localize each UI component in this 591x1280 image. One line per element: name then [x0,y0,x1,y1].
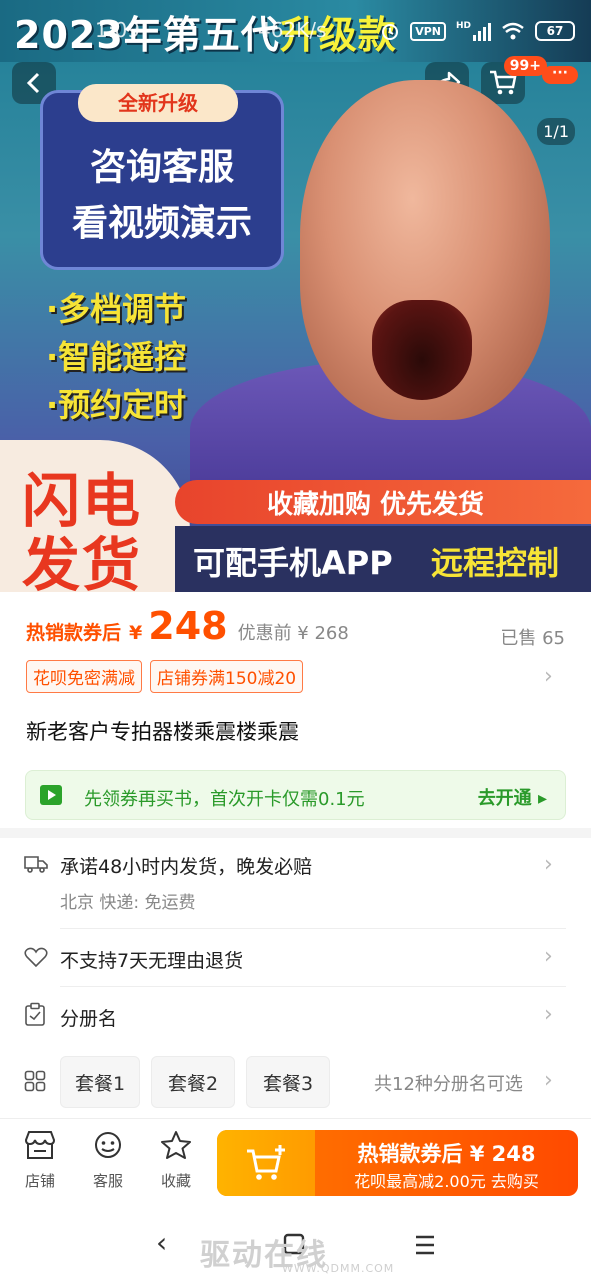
network-label: HD [455,21,471,31]
chevron-right-icon[interactable]: › [544,852,553,877]
price-before: 优惠前 ¥ 268 [237,623,349,644]
vip-activate-link[interactable]: 去开通 ▸ [478,784,547,810]
variant-label[interactable]: 分册名 [60,1004,117,1031]
play-icon [40,785,62,805]
promo-tag: 全新升级 [78,84,238,122]
return-policy[interactable]: 不支持7天无理由退货 [60,946,243,973]
package-option-1[interactable]: 套餐1 [60,1056,140,1108]
nav-menu-icon[interactable] [414,1234,436,1256]
alarm-icon [382,24,399,40]
page-indicator: 1/1 [537,118,575,145]
app-control-strip: 可配手机APP 远程控制 [175,526,591,592]
clipboard-icon [25,1002,45,1026]
feature-3: ·预约定时 [46,386,187,424]
package-option-2[interactable]: 套餐2 [151,1056,235,1108]
promo-tags[interactable]: 花呗免密满减 店铺券满150减20 [26,660,304,693]
price-currency: ¥ [129,622,143,644]
feature-1: ·多档调节 [46,290,187,328]
chevron-right-icon[interactable]: › [544,944,553,969]
chevron-right-icon[interactable]: › [544,1068,553,1093]
product-title: 新老客户专拍器楼乘震楼乘震 [26,720,299,744]
favorite-button[interactable]: 收藏 [148,1130,204,1191]
service-icon [95,1132,121,1158]
flash-text-2: 发货 [22,531,143,592]
promo-line-2: 看视频演示 [71,203,252,244]
section-divider [0,828,591,838]
battery-icon: 67 [535,21,575,41]
tag-store-coupon[interactable]: 店铺券满150减20 [150,660,304,693]
grid-icon [24,1070,46,1092]
star-icon [161,1131,191,1159]
nav-back-icon[interactable]: ‹ [156,1226,167,1259]
collect-strip: 收藏加购 优先发货 [175,480,591,524]
store-button[interactable]: 店铺 [12,1130,68,1191]
add-cart-icon [247,1145,285,1180]
vpn-icon: VPN [410,21,446,41]
vip-banner[interactable]: 先领券再买书，首次开卡仅需0.1元 去开通 ▸ [25,770,566,820]
chevron-right-icon[interactable]: › [544,664,553,689]
buy-button[interactable]: 热销款券后 ¥ 248 花呗最高减2.00元 去购买 [217,1130,578,1196]
price-row: 热销款券后 ¥ 248 优惠前 ¥ 268 [26,604,566,650]
feature-2: ·智能遥控 [46,338,187,376]
row-divider [60,986,566,987]
status-icons: VPN HD 67 [380,16,575,46]
app-control-text: 可配手机APP [193,544,393,582]
sold-count: 已售 65 [500,628,565,649]
tag-huabei[interactable]: 花呗免密满减 [26,660,142,693]
status-bar: 1:09 462K/s VPN HD 67 [0,14,591,48]
model-mouth [372,300,472,400]
status-speed: 462K/s [258,18,327,42]
shipping-promise[interactable]: 承诺48小时内发货，晚发必赔 [60,852,312,879]
promo-line-1: 咨询客服 [89,147,234,188]
price-label: 热销款券后 [26,622,122,644]
collect-strip-text: 收藏加购 优先发货 [267,490,485,520]
store-icon [24,1131,56,1159]
favorite-label: 收藏 [160,1172,191,1190]
buy-button-subtext: 花呗最高减2.00元 去购买 [354,1172,539,1191]
heart-icon [24,947,48,968]
customer-service-button[interactable]: 客服 [80,1130,136,1191]
buy-button-price: 热销款券后 ¥ 248 [357,1142,536,1166]
status-time: 1:09 [95,18,140,42]
store-label: 店铺 [24,1172,55,1190]
package-count-note[interactable]: 共12种分册名可选 [374,1070,523,1096]
product-image[interactable]: 2023年第五代升级款 1:09 462K/s VPN HD 67 99+ ··… [0,0,591,592]
truck-icon [24,856,48,873]
package-option-3[interactable]: 套餐3 [246,1056,330,1108]
vip-text: 先领券再买书，首次开卡仅需0.1元 [84,789,365,810]
row-divider [60,928,566,929]
add-to-cart-button[interactable] [217,1130,315,1196]
shipping-detail: 北京 快递: 免运费 [60,893,196,913]
watermark-url: WWW.QDMM.COM [282,1262,395,1275]
service-label: 客服 [92,1172,123,1190]
wifi-icon [502,22,524,40]
chevron-left-icon [26,72,40,94]
cart-badge: 99+ [503,56,547,76]
app-control-highlight: 远程控制 [431,544,560,582]
more-button[interactable]: ··· [542,66,578,84]
signal-icon: HD [456,21,491,41]
price-value: 248 [148,604,228,648]
chevron-right-icon[interactable]: › [544,1002,553,1027]
